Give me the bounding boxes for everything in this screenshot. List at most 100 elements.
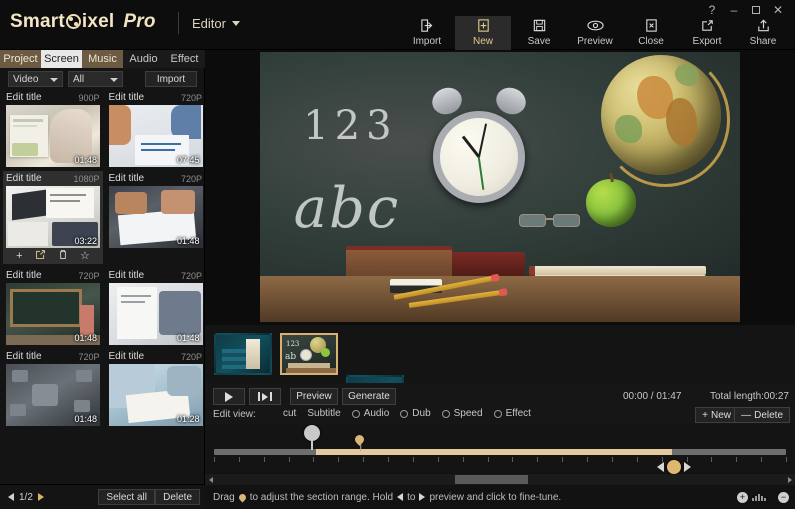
toolbar-import-button[interactable]: Import xyxy=(399,16,455,50)
timeline-track[interactable] xyxy=(214,449,786,455)
clip-library-grid[interactable]: Edit title 900P 01:48 Edit title xyxy=(0,90,205,468)
timeline-tick xyxy=(761,457,762,462)
clip-title[interactable]: Edit title xyxy=(109,92,145,103)
delete-segment-button[interactable]: —Delete xyxy=(734,407,790,423)
range-start-handle[interactable] xyxy=(304,425,320,441)
video-preview[interactable]: 123 abc xyxy=(260,52,740,322)
scrollbar-thumb[interactable] xyxy=(455,475,528,484)
toolbar-preview-button[interactable]: Preview xyxy=(567,16,623,50)
radio-icon xyxy=(494,410,502,418)
clip-thumbnail[interactable]: 01:48 xyxy=(6,364,100,426)
tab-effect[interactable]: Effect xyxy=(164,50,205,68)
clip-title[interactable]: Edit title xyxy=(6,270,42,281)
zoom-out-button[interactable]: − xyxy=(778,492,789,503)
zoom-in-button[interactable]: + xyxy=(737,492,748,503)
star-icon[interactable]: ☆ xyxy=(80,251,90,262)
trash-icon[interactable] xyxy=(58,249,68,263)
toolbar-export-button[interactable]: Export xyxy=(679,16,735,50)
clip-duration: 01:48 xyxy=(177,236,200,246)
edit-icon[interactable] xyxy=(35,249,46,263)
playhead-knob[interactable] xyxy=(667,460,681,474)
glasses-bridge xyxy=(546,218,553,220)
clip-thumbnail[interactable]: 01:28 xyxy=(109,364,203,426)
select-all-button[interactable]: Select all xyxy=(98,489,155,505)
clip-title[interactable]: Edit title xyxy=(6,92,42,103)
clip-item[interactable]: Edit title 900P 01:48 xyxy=(3,90,103,167)
zoom-slider[interactable] xyxy=(752,494,774,501)
timeline-tick xyxy=(313,457,314,462)
status-text-3: to xyxy=(407,492,415,503)
toolbar-save-button[interactable]: Save xyxy=(511,16,567,50)
mode-dub[interactable]: Dub xyxy=(400,408,430,419)
clip-thumbnail[interactable]: 01:48 xyxy=(6,105,100,167)
mode-cut[interactable]: cut xyxy=(283,408,296,419)
clip-title[interactable]: Edit title xyxy=(109,270,145,281)
clip-item[interactable]: Edit title 720P 01:48 xyxy=(3,268,103,345)
tab-audio[interactable]: Audio xyxy=(123,50,164,68)
marker-pin-icon xyxy=(237,492,247,502)
timeline-tick xyxy=(562,457,563,462)
scroll-left-icon[interactable] xyxy=(205,474,216,485)
new-segment-button[interactable]: +New xyxy=(695,407,738,423)
delete-clips-button[interactable]: Delete xyxy=(155,489,200,505)
tab-music[interactable]: Music xyxy=(82,50,123,68)
mode-audio[interactable]: Audio xyxy=(352,408,390,419)
edit-view-label: Edit view: xyxy=(213,409,256,420)
clip-thumbnail[interactable]: 03:22 xyxy=(6,186,100,248)
toolbar-close-button[interactable]: Close xyxy=(623,16,679,50)
tab-screen[interactable]: Screen xyxy=(41,50,82,68)
share-icon xyxy=(756,17,771,34)
media-category-select[interactable]: All xyxy=(68,71,123,87)
globe xyxy=(601,55,721,175)
scroll-right-icon[interactable] xyxy=(784,474,795,485)
clock-second-hand xyxy=(478,157,484,190)
clip-header: Edit title 720P xyxy=(106,349,206,364)
clip-thumbnail[interactable]: 01:48 xyxy=(6,283,100,345)
mode-effect[interactable]: Effect xyxy=(494,408,531,419)
clip-item[interactable]: Edit title 720P 01:48 xyxy=(3,349,103,426)
clip-item[interactable]: Edit title 720P 01:48 xyxy=(106,171,206,264)
storyboard-item[interactable] xyxy=(214,333,272,375)
mode-subtitle[interactable]: Subtitle xyxy=(307,408,340,419)
timeline-ticks xyxy=(214,457,786,462)
storyboard-item-selected[interactable]: 123 ab xyxy=(280,333,338,375)
timeline-horizontal-scrollbar[interactable] xyxy=(205,474,795,485)
preview-button[interactable]: Preview xyxy=(290,388,338,405)
timeline-selected-range[interactable] xyxy=(316,449,672,455)
generate-button[interactable]: Generate xyxy=(342,388,396,405)
zoom-slider-notch xyxy=(755,496,757,501)
nudge-right-icon[interactable] xyxy=(684,462,691,472)
prev-page-icon[interactable] xyxy=(8,493,14,501)
play-button[interactable] xyxy=(213,388,245,405)
step-frame-button[interactable] xyxy=(249,388,281,405)
clip-item[interactable]: Edit title 720P 01:48 xyxy=(106,268,206,345)
clock-minute-hand xyxy=(478,124,487,158)
tab-project[interactable]: Project xyxy=(0,50,41,68)
sidebar-import-button[interactable]: Import xyxy=(145,71,197,87)
top-bar: Smartixel Pro Editor ? – ✕ Import xyxy=(0,0,795,50)
clip-thumbnail[interactable]: 01:48 xyxy=(109,283,203,345)
chevron-down-icon xyxy=(110,78,118,82)
playhead-control[interactable] xyxy=(657,460,691,474)
clip-item[interactable]: Edit title 720P 07:45 xyxy=(106,90,206,167)
clip-title[interactable]: Edit title xyxy=(6,173,42,184)
clip-thumbnail[interactable]: 01:48 xyxy=(109,186,203,248)
clip-item-selected[interactable]: Edit title 1080P 03:22 + xyxy=(3,171,103,264)
mode-speed[interactable]: Speed xyxy=(442,408,483,419)
nudge-left-icon[interactable] xyxy=(657,462,664,472)
editor-menu-button[interactable]: Editor xyxy=(192,16,240,31)
toolbar-share-button[interactable]: Share xyxy=(735,16,791,50)
book xyxy=(529,266,707,275)
import-icon xyxy=(420,17,435,34)
clip-item[interactable]: Edit title 720P 01:28 xyxy=(106,349,206,426)
clip-title[interactable]: Edit title xyxy=(109,173,145,184)
media-type-select[interactable]: Video xyxy=(8,71,63,87)
clip-title[interactable]: Edit title xyxy=(6,351,42,362)
clip-thumbnail[interactable]: 07:45 xyxy=(109,105,203,167)
plus-icon[interactable]: + xyxy=(16,251,22,262)
clip-title[interactable]: Edit title xyxy=(109,351,145,362)
timeline[interactable] xyxy=(205,425,795,473)
marker-pin-icon[interactable] xyxy=(353,433,366,446)
next-page-icon[interactable] xyxy=(38,493,44,501)
toolbar-new-button[interactable]: New xyxy=(455,16,511,50)
